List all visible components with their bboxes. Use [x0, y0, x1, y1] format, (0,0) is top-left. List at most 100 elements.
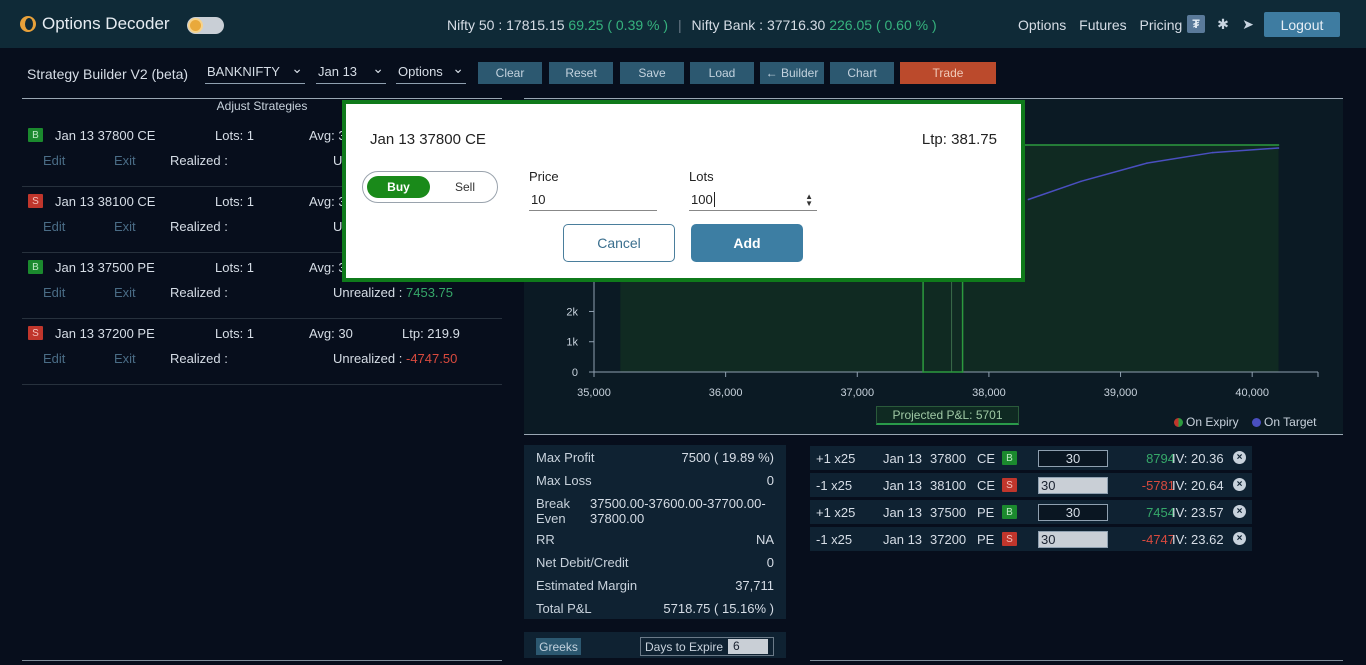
- positions-table: +1 x25 Jan 13 37800 CE B 30 8794 IV: 20.…: [810, 446, 1252, 554]
- leg-lots: Lots: 1: [215, 128, 255, 143]
- banknifty-label: Nifty Bank : 37716.30: [691, 17, 826, 33]
- greeks-button[interactable]: Greeks: [536, 638, 581, 655]
- price-input[interactable]: 30: [1038, 531, 1108, 548]
- side-badge: S: [28, 326, 43, 340]
- trade-button[interactable]: Trade: [900, 62, 996, 84]
- position-type: CE: [977, 451, 996, 466]
- y-tick-label: 2k: [566, 306, 578, 318]
- exit-link[interactable]: Exit: [114, 285, 136, 300]
- price-input[interactable]: 10: [529, 190, 657, 211]
- projected-pl: Projected P&L: 5701: [876, 406, 1019, 425]
- leg-avg: Avg: 3: [309, 128, 346, 143]
- legend-on-target[interactable]: On Target: [1252, 415, 1317, 429]
- unrealized-label: Unrealized :: [333, 285, 403, 300]
- exit-link[interactable]: Exit: [114, 351, 136, 366]
- price-input[interactable]: 30: [1038, 477, 1108, 494]
- stat-row: Break Even 37500.00-37600.00-37700.00- 378…: [524, 491, 786, 527]
- unrealized-label: Unrealized :: [333, 351, 403, 366]
- unrealized-label: U: [333, 219, 343, 234]
- leg-lots: Lots: 1: [215, 326, 255, 341]
- clear-button[interactable]: Clear: [478, 62, 542, 84]
- remove-icon[interactable]: ×: [1233, 478, 1246, 491]
- remove-icon[interactable]: ×: [1233, 505, 1246, 518]
- edit-link[interactable]: Edit: [43, 285, 65, 300]
- position-iv: IV: 20.36: [1172, 451, 1224, 466]
- on-target-point: [1277, 147, 1280, 149]
- symbol-select[interactable]: BANKNIFTY: [205, 60, 305, 84]
- position-qty: +1 x25: [816, 451, 856, 466]
- reset-button[interactable]: Reset: [549, 62, 613, 84]
- position-type: PE: [977, 505, 995, 520]
- unrealized-label: U: [333, 153, 343, 168]
- position-iv: IV: 23.57: [1172, 505, 1224, 520]
- legend-on-expiry[interactable]: On Expiry: [1174, 415, 1239, 429]
- sell-option[interactable]: Sell: [435, 176, 495, 198]
- stepper-icon[interactable]: ▲ ▼: [805, 193, 813, 208]
- stat-key: Total P&L: [536, 601, 592, 616]
- add-leg-dialog: Jan 13 37800 CE Ltp: 381.75 Buy Sell Pri…: [342, 100, 1025, 282]
- nav-futures[interactable]: Futures: [1079, 17, 1126, 33]
- save-button[interactable]: Save: [620, 62, 684, 84]
- cancel-button[interactable]: Cancel: [563, 224, 675, 262]
- load-button[interactable]: Load: [690, 62, 754, 84]
- exit-link[interactable]: Exit: [114, 153, 136, 168]
- stat-key: Estimated Margin: [536, 578, 638, 593]
- unrealized: U: [333, 219, 342, 234]
- add-button[interactable]: Add: [691, 224, 803, 262]
- position-expiry: Jan 13: [883, 478, 923, 493]
- stat-value: 0: [766, 473, 774, 488]
- nav-pricing[interactable]: Pricing: [1140, 17, 1183, 33]
- on-target-point: [1146, 162, 1148, 164]
- edit-link[interactable]: Edit: [43, 219, 65, 234]
- chart-button[interactable]: Chart: [830, 62, 894, 84]
- adjust-leg-row: S Jan 13 37200 PE Lots: 1 Avg: 30 Ltp: 2…: [22, 319, 502, 385]
- nav-options[interactable]: Options: [1018, 17, 1066, 33]
- expiry-select[interactable]: Jan 13: [316, 60, 386, 84]
- unrealized-value: 7453.75: [406, 285, 453, 300]
- edit-link[interactable]: Edit: [43, 153, 65, 168]
- realized-label: Realized :: [170, 153, 228, 168]
- unrealized-value: -4747.50: [406, 351, 458, 366]
- stat-value: NA: [755, 532, 774, 547]
- leg-lots: Lots: 1: [215, 260, 255, 275]
- side-badge[interactable]: B: [1002, 505, 1017, 519]
- leg-name: Jan 13 38100 CE: [55, 194, 156, 209]
- x-tick-label: 36,000: [709, 387, 743, 399]
- position-row: -1 x25 Jan 13 37200 PE S 30 -4747 IV: 23…: [810, 527, 1252, 551]
- strategy-builder-title: Strategy Builder V2 (beta): [27, 66, 189, 82]
- side-badge[interactable]: S: [1002, 532, 1017, 546]
- leg-name: Jan 13 37200 PE: [55, 326, 155, 341]
- realized-label: Realized :: [170, 285, 228, 300]
- chart-legend: On Expiry On Target: [1174, 415, 1317, 429]
- on-target-point: [1027, 198, 1030, 201]
- y-tick-label: 1k: [566, 337, 578, 349]
- price-input[interactable]: 30: [1038, 450, 1108, 467]
- bug-icon[interactable]: ✱: [1214, 15, 1232, 33]
- remove-icon[interactable]: ×: [1233, 532, 1246, 545]
- on-expiry-point: [922, 371, 924, 373]
- buy-sell-toggle[interactable]: Buy Sell: [362, 171, 498, 203]
- remove-icon[interactable]: ×: [1233, 451, 1246, 464]
- stat-key: RR: [536, 532, 555, 547]
- telegram-icon[interactable]: ➤: [1239, 15, 1257, 33]
- instrument-select[interactable]: Options: [396, 60, 466, 84]
- lots-input[interactable]: 100​ ▲▼: [689, 190, 817, 211]
- app-logo[interactable]: Options Decoder: [20, 14, 170, 34]
- unrealized: U: [333, 153, 342, 168]
- side-badge[interactable]: S: [1002, 478, 1017, 492]
- edit-link[interactable]: Edit: [43, 351, 65, 366]
- logout-button[interactable]: Logout: [1264, 12, 1340, 37]
- buy-option[interactable]: Buy: [367, 176, 430, 198]
- price-input[interactable]: 30: [1038, 504, 1108, 521]
- builder-button[interactable]: ← Builder: [760, 62, 824, 84]
- trading-platform-icon[interactable]: ₮: [1187, 15, 1205, 33]
- dte-input[interactable]: 6: [728, 639, 768, 654]
- text-cursor: ​: [713, 192, 715, 207]
- leg-lots: Lots: 1: [215, 194, 255, 209]
- exit-link[interactable]: Exit: [114, 219, 136, 234]
- unrealized: Unrealized : -4747.50: [333, 351, 457, 366]
- side-badge: B: [28, 128, 43, 142]
- theme-toggle[interactable]: [187, 17, 224, 34]
- position-type: CE: [977, 478, 996, 493]
- side-badge[interactable]: B: [1002, 451, 1017, 465]
